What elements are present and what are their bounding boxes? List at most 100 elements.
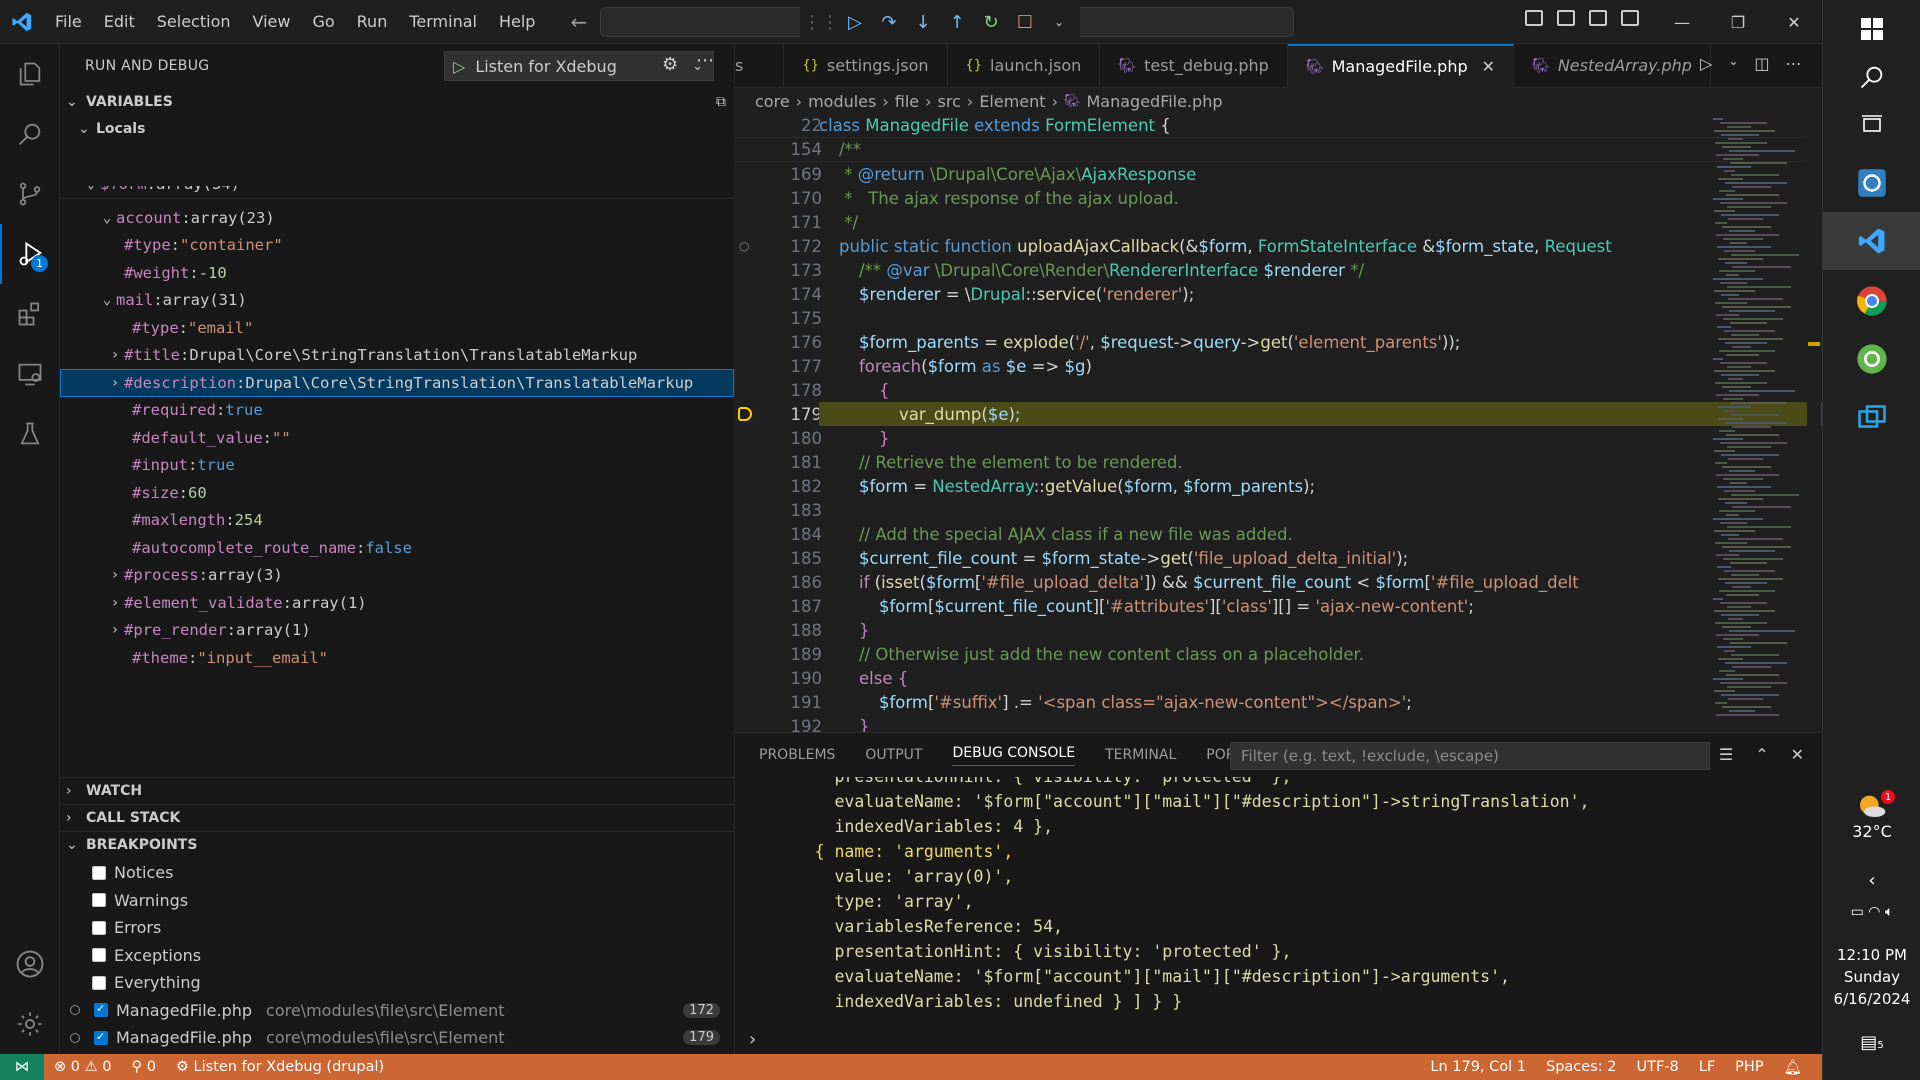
checkbox[interactable] bbox=[94, 1002, 108, 1018]
breadcrumb-item[interactable]: file bbox=[895, 92, 919, 111]
editor-tab[interactable]: s bbox=[735, 43, 785, 88]
gear-icon[interactable]: ⚙ bbox=[662, 54, 678, 75]
chevron-down-icon[interactable]: ⌄ bbox=[98, 210, 116, 226]
customize-layout-icon[interactable] bbox=[1621, 10, 1639, 26]
checkbox[interactable] bbox=[92, 893, 106, 908]
variable-row[interactable]: #autocomplete_route_name: false bbox=[60, 534, 734, 562]
account-icon[interactable] bbox=[0, 934, 60, 994]
restart-icon[interactable]: ↻ bbox=[980, 11, 1002, 33]
editor-tab[interactable]: 🐘︎ ManagedFile.php ✕ bbox=[1287, 43, 1515, 88]
variable-row[interactable]: › #title: Drupal\Core\StringTranslation\T… bbox=[60, 342, 734, 370]
locals-scope[interactable]: ⌄ Locals bbox=[60, 115, 734, 142]
chevron-right-icon[interactable]: › bbox=[106, 595, 124, 611]
remote-indicator-icon[interactable]: ⋈ bbox=[0, 1054, 44, 1080]
panel-tab-terminal[interactable]: TERMINAL bbox=[1105, 747, 1176, 763]
variable-row[interactable]: › #description: Drupal\Core\StringTransla… bbox=[60, 369, 734, 397]
menu-item-file[interactable]: File bbox=[44, 0, 93, 44]
explorer-icon[interactable] bbox=[0, 44, 60, 104]
breadcrumb-item[interactable]: ManagedFile.php bbox=[1086, 92, 1222, 111]
menu-item-help[interactable]: Help bbox=[488, 0, 546, 44]
notifications-bell-icon[interactable]: 🔔︎ bbox=[1774, 1059, 1812, 1076]
step-into-icon[interactable]: ↓ bbox=[912, 11, 934, 33]
system-tray-icons[interactable]: ▭ ◠ 🔈︎ bbox=[1823, 904, 1920, 920]
extensions-icon[interactable] bbox=[0, 284, 60, 344]
breadcrumb-item[interactable]: modules bbox=[808, 92, 876, 111]
editor-tab[interactable]: {} settings.json bbox=[784, 43, 948, 88]
breadcrumb-item[interactable]: core bbox=[755, 92, 790, 111]
variable-row[interactable]: #input: true bbox=[60, 452, 734, 480]
browser-app-icon[interactable] bbox=[1823, 330, 1920, 388]
breadcrumb-item[interactable]: src bbox=[938, 92, 961, 111]
variable-row[interactable]: › #pre_render: array(1) bbox=[60, 617, 734, 645]
close-tab-icon[interactable]: ✕ bbox=[1482, 57, 1495, 76]
editor-scrollbar[interactable] bbox=[1807, 114, 1821, 732]
language-mode[interactable]: PHP bbox=[1725, 1059, 1773, 1076]
menu-item-selection[interactable]: Selection bbox=[146, 0, 242, 44]
variable-row[interactable]: ⌄ account: array(23) bbox=[60, 204, 734, 232]
toggle-secondary-sidebar-icon[interactable] bbox=[1589, 10, 1607, 26]
variable-row[interactable]: #required: true bbox=[60, 397, 734, 425]
checkbox[interactable] bbox=[92, 975, 106, 990]
remote-explorer-icon[interactable] bbox=[0, 344, 60, 404]
variable-row[interactable]: ›#theme_wrappers: array(1) bbox=[60, 672, 734, 677]
editor-tab[interactable]: {} launch.json bbox=[948, 43, 1101, 88]
step-out-icon[interactable]: ↑ bbox=[946, 11, 968, 33]
console-prompt-icon[interactable]: › bbox=[749, 1029, 756, 1050]
breakpoint-option-warnings[interactable]: Warnings bbox=[60, 887, 734, 915]
variable-row[interactable]: #maxlength: 254 bbox=[60, 507, 734, 535]
clock-time[interactable]: 12:10 PM bbox=[1823, 946, 1920, 964]
restore-icon[interactable]: ❐ bbox=[1710, 13, 1766, 32]
menu-item-run[interactable]: Run bbox=[346, 0, 399, 44]
problems-status[interactable]: ⊗ 0 ⚠ 0 bbox=[44, 1059, 121, 1075]
testing-icon[interactable] bbox=[0, 404, 60, 464]
breakpoint-option-notices[interactable]: Notices bbox=[60, 859, 734, 887]
step-over-icon[interactable]: ↷ bbox=[878, 11, 900, 33]
temperature[interactable]: 32°C bbox=[1823, 822, 1920, 841]
stop-icon[interactable]: ☐ bbox=[1014, 11, 1036, 33]
editor-tab[interactable]: 🐘︎ NestedArray.php bbox=[1514, 43, 1711, 88]
variable-row[interactable]: #size: 60 bbox=[60, 479, 734, 507]
more-actions-icon[interactable]: ⋯ bbox=[1786, 54, 1802, 73]
clear-console-icon[interactable]: ☰ bbox=[1719, 745, 1733, 764]
variable-row[interactable]: ⌄$form: array(34) bbox=[60, 186, 734, 199]
run-debug-icon[interactable]: 1 bbox=[0, 224, 60, 284]
watch-section-header[interactable]: › WATCH bbox=[60, 777, 734, 804]
panel-tab-debug-console[interactable]: DEBUG CONSOLE bbox=[952, 745, 1076, 766]
continue-icon[interactable]: ▷ bbox=[844, 11, 866, 33]
vscode-taskbar-icon[interactable] bbox=[1823, 212, 1920, 270]
toggle-sidebar-icon[interactable] bbox=[1525, 10, 1543, 26]
menu-item-edit[interactable]: Edit bbox=[93, 0, 146, 44]
encoding[interactable]: UTF-8 bbox=[1626, 1059, 1688, 1076]
minimap[interactable] bbox=[1707, 114, 1807, 732]
variable-row[interactable]: #weight: -10 bbox=[60, 259, 734, 287]
maximize-panel-icon[interactable]: ⌃ bbox=[1755, 745, 1768, 764]
close-panel-icon[interactable]: ✕ bbox=[1791, 745, 1804, 764]
breakpoint-option-errors[interactable]: Errors bbox=[60, 914, 734, 942]
settings-gear-icon[interactable] bbox=[0, 994, 60, 1054]
variable-row[interactable]: › #element_validate: array(1) bbox=[60, 589, 734, 617]
breakpoint-file-row[interactable]: ManagedFile.php core\modules\file\src\Ele… bbox=[60, 997, 734, 1025]
indentation[interactable]: Spaces: 2 bbox=[1536, 1059, 1626, 1076]
panel-tab-problems[interactable]: PROBLEMS bbox=[759, 747, 835, 763]
current-breakpoint-icon[interactable] bbox=[738, 407, 752, 421]
checkbox[interactable] bbox=[92, 920, 106, 935]
panel-tab-output[interactable]: OUTPUT bbox=[865, 747, 922, 763]
start-debug-icon[interactable]: ▷ bbox=[453, 57, 465, 76]
chevron-right-icon[interactable]: › bbox=[106, 375, 124, 391]
eol[interactable]: LF bbox=[1689, 1059, 1725, 1076]
menu-item-view[interactable]: View bbox=[242, 0, 302, 44]
checkbox[interactable] bbox=[92, 865, 106, 880]
show-hidden-icons[interactable]: ‹ bbox=[1823, 870, 1920, 891]
breakpoint-file-row[interactable]: ManagedFile.php core\modules\file\src\Ele… bbox=[60, 1024, 734, 1052]
breakpoint-option-exceptions[interactable]: Exceptions bbox=[60, 942, 734, 970]
drag-handle-icon[interactable]: ⋮⋮ bbox=[803, 11, 839, 33]
menu-item-go[interactable]: Go bbox=[301, 0, 345, 44]
breakpoint-option-everything[interactable]: Everything bbox=[60, 969, 734, 997]
variable-row[interactable]: #theme: "input__email" bbox=[60, 644, 734, 672]
chevron-down-icon[interactable]: ⌄ bbox=[1728, 54, 1738, 73]
minimize-icon[interactable]: — bbox=[1654, 13, 1710, 32]
variable-row[interactable]: › #process: array(3) bbox=[60, 562, 734, 590]
console-filter-input[interactable]: Filter (e.g. text, !exclude, \escape) bbox=[1230, 742, 1710, 770]
breakpoint-indicator-icon[interactable]: ○ bbox=[739, 239, 749, 253]
more-actions-icon[interactable]: ⋯ bbox=[696, 50, 714, 71]
